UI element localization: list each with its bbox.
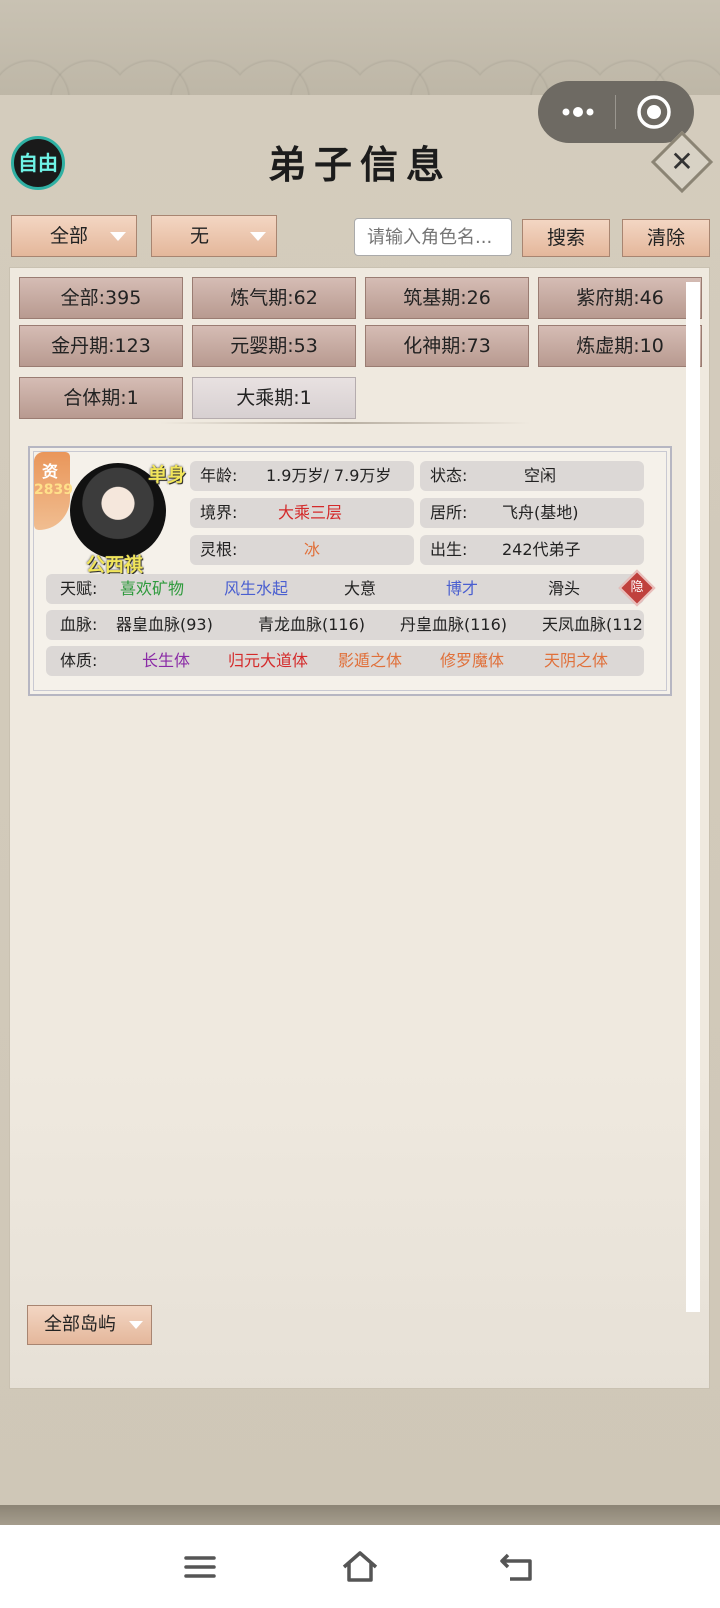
talent-item: 博才	[446, 579, 479, 598]
status-value: 空闲	[524, 466, 557, 485]
physique-item: 影遁之体	[338, 651, 403, 670]
realm-tab-mahayana[interactable]: 大乘期:1	[192, 377, 356, 419]
disciple-name: 公西祺	[86, 554, 144, 576]
physique-row: 体质: 长生体 归元大道体 影遁之体 修罗魔体 天阴之体	[46, 646, 644, 676]
age-field: 年龄: 1.9万岁/ 7.9万岁	[190, 461, 414, 491]
talent-row: 天赋: 喜欢矿物 风生水起 大意 博才 滑头	[46, 574, 644, 604]
hide-label: 隐	[630, 580, 644, 595]
realm-tab-integration[interactable]: 合体期:1	[19, 377, 183, 419]
realm-value: 大乘三层	[278, 503, 343, 522]
search-input[interactable]	[354, 218, 512, 256]
origin-field: 出生: 242代弟子	[420, 535, 644, 565]
bloodline-row: 血脉: 器皇血脉(93) 青龙血脉(116) 丹皇血脉(116) 天凤血脉(11…	[46, 610, 644, 640]
physique-item: 归元大道体	[228, 651, 309, 670]
talent-item: 喜欢矿物	[120, 579, 185, 598]
chevron-down-icon	[110, 232, 126, 241]
realm-key: 境界:	[200, 503, 238, 522]
menu-icon[interactable]	[180, 1547, 220, 1587]
bloodline-item: 青龙血脉(116)	[258, 615, 366, 634]
disciple-card[interactable]: 资 2839 单身 公西祺 年龄: 1.9万岁/ 7.9万岁 状态: 空闲 境界…	[28, 446, 672, 696]
category-dropdown[interactable]: 全部	[11, 215, 137, 257]
talent-item: 风生水起	[224, 579, 289, 598]
origin-value: 242代弟子	[502, 540, 581, 559]
age-value: 1.9万岁/ 7.9万岁	[266, 466, 392, 485]
talent-item: 大意	[344, 579, 377, 598]
origin-key: 出生:	[430, 540, 468, 559]
bloodline-item: 天凤血脉(112	[542, 615, 643, 634]
realm-tab-foundation[interactable]: 筑基期:26	[365, 277, 529, 319]
realm-tab-purple-mansion[interactable]: 紫府期:46	[538, 277, 702, 319]
close-icon: ✕	[670, 145, 694, 178]
bloodline-item: 器皇血脉(93)	[116, 615, 213, 634]
system-nav-bar	[0, 1525, 720, 1608]
realm-field: 境界: 大乘三层	[190, 498, 414, 528]
page-title: 弟子信息	[267, 142, 452, 187]
aptitude-label: 资	[42, 462, 59, 481]
spirit-root-field: 灵根: 冰	[190, 535, 414, 565]
realm-tab-nascent-soul[interactable]: 元婴期:53	[192, 325, 356, 367]
spirit-root-value: 冰	[304, 540, 321, 559]
residence-field: 居所: 飞舟(基地)	[420, 498, 644, 528]
residence-key: 居所:	[430, 503, 468, 522]
talent-key: 天赋:	[60, 579, 98, 598]
clear-button[interactable]: 清除	[622, 219, 710, 257]
exit-miniprogram-icon[interactable]	[635, 93, 673, 131]
realm-tab-all[interactable]: 全部:395	[19, 277, 183, 319]
bloodline-item: 丹皇血脉(116)	[400, 615, 508, 634]
island-filter-dropdown[interactable]: 全部岛屿	[27, 1305, 152, 1345]
status-field: 状态: 空闲	[420, 461, 644, 491]
search-button[interactable]: 搜索	[522, 219, 610, 257]
disciple-list-panel: 全部:395 炼气期:62 筑基期:26 紫府期:46 金丹期:123 元婴期:…	[9, 267, 710, 1389]
tab-divider	[160, 422, 530, 424]
chevron-down-icon	[250, 232, 266, 241]
realm-tab-void-refining[interactable]: 炼虚期:10	[538, 325, 702, 367]
aptitude-value: 2839	[34, 482, 73, 498]
physique-item: 长生体	[142, 651, 191, 670]
realm-tab-qi-refining[interactable]: 炼气期:62	[192, 277, 356, 319]
more-icon[interactable]	[558, 99, 598, 125]
back-icon[interactable]	[500, 1547, 540, 1587]
home-icon[interactable]	[340, 1547, 380, 1587]
chevron-down-icon	[129, 1321, 143, 1329]
subfilter-dropdown[interactable]: 无	[151, 215, 277, 257]
status-key: 状态:	[430, 466, 468, 485]
physique-item: 修罗魔体	[440, 651, 505, 670]
marital-status: 单身	[148, 464, 187, 486]
age-key: 年龄:	[200, 466, 238, 485]
scroll-bottom-edge	[0, 1505, 720, 1525]
scrollbar[interactable]	[686, 282, 700, 1312]
physique-item: 天阴之体	[544, 651, 609, 670]
subfilter-dropdown-value: 无	[190, 225, 210, 247]
residence-value: 飞舟(基地)	[502, 503, 579, 522]
category-dropdown-value: 全部	[50, 225, 89, 247]
realm-tab-golden-core[interactable]: 金丹期:123	[19, 325, 183, 367]
bloodline-key: 血脉:	[60, 615, 98, 634]
spirit-root-key: 灵根:	[200, 540, 238, 559]
talent-item: 滑头	[548, 579, 581, 598]
island-filter-value: 全部岛屿	[44, 1314, 116, 1335]
realm-tab-spirit-severing[interactable]: 化神期:73	[365, 325, 529, 367]
physique-key: 体质:	[60, 651, 98, 670]
capsule-divider	[615, 95, 616, 129]
